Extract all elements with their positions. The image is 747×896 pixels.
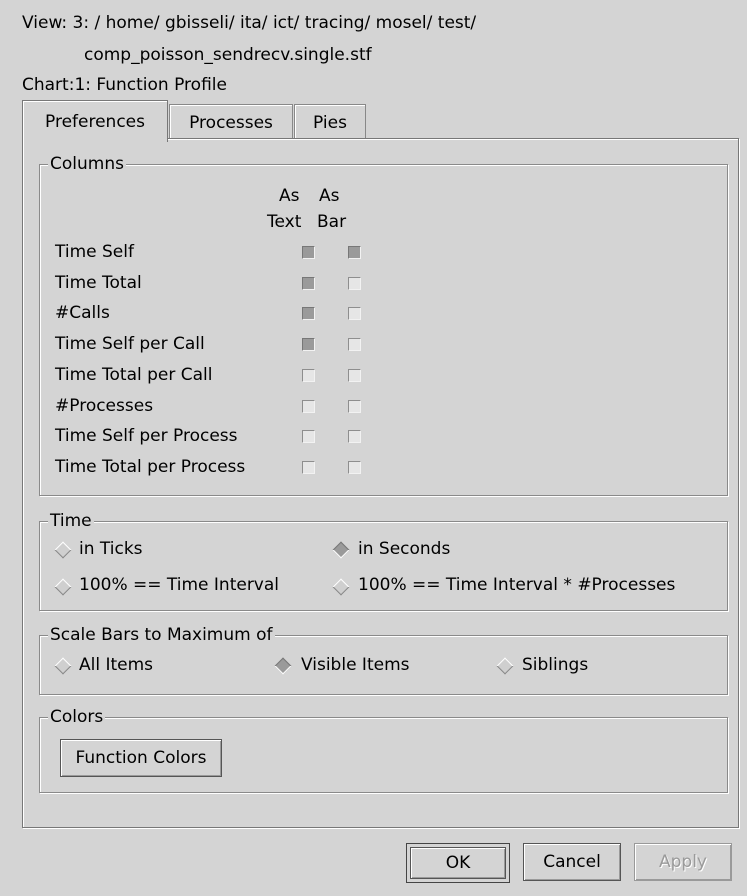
as-bar-checkbox[interactable] (348, 277, 361, 290)
cancel-button[interactable]: Cancel (523, 843, 621, 881)
as-text-checkbox[interactable] (302, 400, 315, 413)
scale-bars-legend: Scale Bars to Maximum of (48, 625, 275, 645)
ok-button[interactable]: OK (410, 847, 506, 879)
pct-time-interval-label: 100% == Time Interval (79, 575, 280, 595)
as-bar-checkbox[interactable] (348, 461, 361, 474)
cancel-button-label: Cancel (543, 852, 601, 872)
columns-legend: Columns (48, 154, 126, 174)
pct-time-interval-processes-label: 100% == Time Interval * #Processes (358, 575, 676, 595)
column-row-label: Time Self (55, 242, 134, 262)
as-text-header-line2: Text (267, 212, 302, 232)
column-row-label: Time Total per Call (55, 365, 213, 385)
as-text-checkbox[interactable] (302, 246, 315, 259)
as-text-checkbox[interactable] (302, 461, 315, 474)
as-text-checkbox[interactable] (302, 307, 315, 320)
as-bar-checkbox[interactable] (348, 246, 361, 259)
tab-processes[interactable]: Processes (169, 104, 293, 140)
as-bar-checkbox[interactable] (348, 400, 361, 413)
visible-items-label: Visible Items (301, 655, 410, 675)
tab-pies-label: Pies (313, 112, 347, 133)
as-text-checkbox[interactable] (302, 277, 315, 290)
column-row-label: Time Total per Process (55, 457, 246, 477)
column-row-label: Time Self per Process (55, 426, 238, 446)
as-bar-checkbox[interactable] (348, 338, 361, 351)
as-bar-checkbox[interactable] (348, 430, 361, 443)
tab-preferences-label: Preferences (45, 111, 145, 132)
as-bar-checkbox[interactable] (348, 369, 361, 382)
apply-button-label: Apply (659, 852, 707, 872)
as-text-checkbox[interactable] (302, 338, 315, 351)
as-text-checkbox[interactable] (302, 430, 315, 443)
time-group: Time (39, 513, 728, 611)
as-text-checkbox[interactable] (302, 369, 315, 382)
all-items-label: All Items (79, 655, 154, 675)
siblings-label: Siblings (522, 655, 589, 675)
view-path-line2: comp_poisson_sendrecv.single.stf (84, 45, 372, 65)
column-row-label: Time Self per Call (55, 334, 205, 354)
as-text-header-line1: As (279, 186, 300, 206)
in-seconds-label: in Seconds (358, 539, 451, 559)
column-row-label: Time Total (55, 273, 142, 293)
column-row-label: #Processes (55, 396, 154, 416)
chart-label: Chart:1: Function Profile (22, 75, 227, 95)
tab-pies[interactable]: Pies (294, 104, 366, 140)
function-colors-button[interactable]: Function Colors (60, 739, 222, 777)
preferences-panel: Columns As Text As Bar Time Self Time Tot… (22, 138, 739, 828)
time-legend: Time (48, 511, 94, 531)
tab-preferences[interactable]: Preferences (22, 100, 168, 142)
tab-processes-label: Processes (189, 112, 273, 133)
ok-button-label: OK (445, 853, 471, 873)
view-path-line1: View: 3: / home/ gbisseli/ ita/ ict/ tra… (22, 13, 477, 33)
as-bar-header-line2: Bar (317, 212, 347, 232)
column-row-label: #Calls (55, 303, 110, 323)
as-bar-header-line1: As (319, 186, 340, 206)
in-ticks-label: in Ticks (79, 539, 143, 559)
function-colors-button-label: Function Colors (75, 748, 207, 768)
apply-button[interactable]: Apply (634, 843, 732, 881)
colors-legend: Colors (48, 707, 106, 727)
as-bar-checkbox[interactable] (348, 307, 361, 320)
